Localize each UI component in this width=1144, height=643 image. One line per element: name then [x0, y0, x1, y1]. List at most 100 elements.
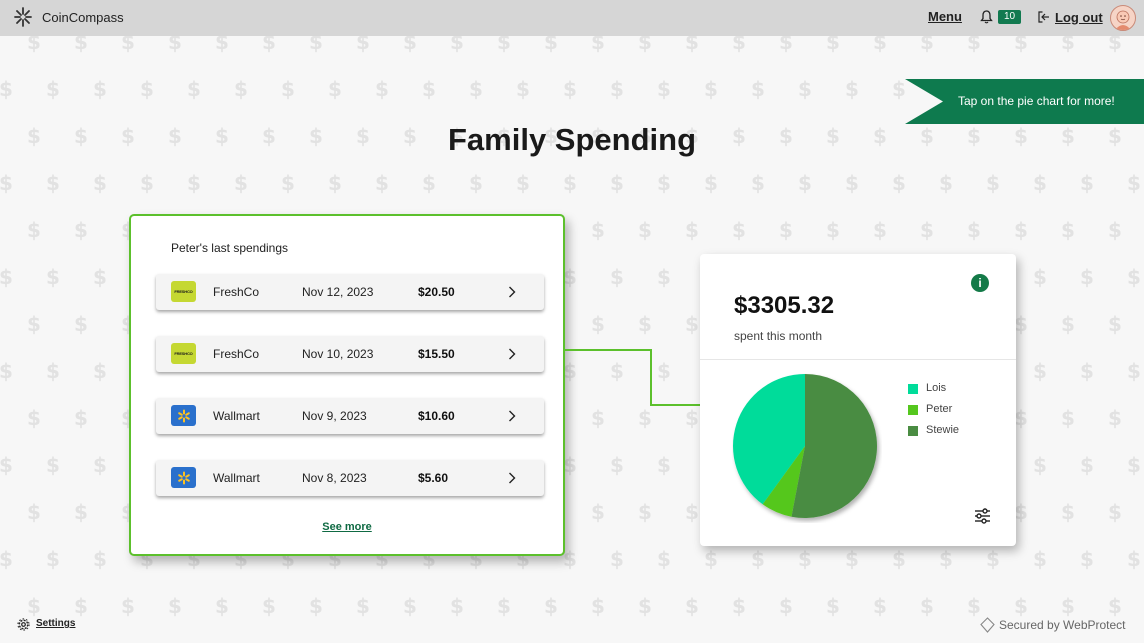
- bell-icon[interactable]: [980, 10, 993, 24]
- dollar-pattern-glyph: $: [563, 547, 577, 571]
- walmart-spark-icon: [177, 409, 190, 422]
- spending-amount: $5.60: [418, 471, 449, 485]
- spending-row[interactable]: FRESHCO FreshCo Nov 12, 2023 $20.50: [156, 274, 544, 310]
- dollar-pattern-glyph: $: [422, 171, 436, 195]
- dollar-pattern-glyph: $: [657, 453, 671, 477]
- dollar-pattern-glyph: $: [638, 406, 652, 430]
- dollar-pattern-glyph: $: [0, 171, 13, 195]
- shield-icon: [980, 617, 995, 633]
- dollar-pattern-glyph: $: [1108, 218, 1122, 242]
- dollar-pattern-glyph: $: [1127, 265, 1141, 289]
- dollar-pattern-glyph: $: [422, 77, 436, 101]
- page-title: Family Spending: [447, 122, 697, 157]
- dollar-pattern-glyph: $: [685, 312, 699, 336]
- dollar-pattern-glyph: $: [591, 500, 605, 524]
- merchant-logo: FRESHCO: [171, 281, 196, 302]
- dollar-pattern-glyph: $: [751, 171, 765, 195]
- spendings-title: Peter's last spendings: [171, 241, 289, 255]
- star-burst-icon: [14, 7, 32, 27]
- merchant-name: FreshCo: [213, 347, 260, 361]
- dollar-pattern-glyph: $: [356, 594, 370, 618]
- dollar-pattern-glyph: $: [27, 218, 41, 242]
- last-spendings-card: Peter's last spendings FRESHCO FreshCo N…: [129, 214, 565, 556]
- dollar-pattern-glyph: $: [309, 594, 323, 618]
- dollar-pattern-glyph: $: [46, 265, 60, 289]
- dollar-pattern-glyph: $: [845, 547, 859, 571]
- dollar-pattern-glyph: $: [1014, 594, 1028, 618]
- dollar-pattern-glyph: $: [920, 36, 934, 54]
- spending-date: Nov 8, 2023: [302, 471, 367, 485]
- dollar-pattern-glyph: $: [1014, 500, 1028, 524]
- dollar-pattern-glyph: $: [93, 265, 107, 289]
- user-avatar[interactable]: [1110, 5, 1136, 31]
- dollar-pattern-glyph: $: [967, 594, 981, 618]
- logout-link[interactable]: Log out: [1055, 10, 1103, 25]
- dollar-pattern-glyph: $: [779, 218, 793, 242]
- dollar-pattern-glyph: $: [1108, 36, 1122, 54]
- legend-swatch: [908, 384, 918, 394]
- dollar-pattern-glyph: $: [544, 594, 558, 618]
- dollar-pattern-glyph: $: [657, 171, 671, 195]
- monthly-summary-card: $3305.32 spent this month i Lois Peter S…: [700, 254, 1016, 546]
- dollar-pattern-glyph: $: [1061, 500, 1075, 524]
- merchant-logo: [171, 405, 196, 426]
- dollar-pattern-glyph: $: [685, 500, 699, 524]
- freshco-logo-text: FRESHCO: [174, 289, 193, 294]
- dollar-pattern-glyph: $: [1080, 547, 1094, 571]
- dollar-pattern-glyph: $: [121, 594, 135, 618]
- dollar-pattern-glyph: $: [168, 36, 182, 54]
- dollar-pattern-glyph: $: [920, 594, 934, 618]
- dollar-pattern-glyph: $: [892, 547, 906, 571]
- dollar-pattern-glyph: $: [0, 359, 13, 383]
- spending-row[interactable]: Wallmart Nov 8, 2023 $5.60: [156, 460, 544, 496]
- dollar-pattern-glyph: $: [1080, 453, 1094, 477]
- dollar-pattern-glyph: $: [873, 36, 887, 54]
- dollar-pattern-glyph: $: [610, 453, 624, 477]
- dollar-pattern-glyph: $: [657, 77, 671, 101]
- dollar-pattern-glyph: $: [685, 36, 699, 54]
- dollar-pattern-glyph: $: [328, 77, 342, 101]
- dollar-pattern-glyph: $: [1108, 312, 1122, 336]
- freshco-logo-text: FRESHCO: [174, 351, 193, 356]
- notification-count-badge: 10: [998, 10, 1021, 24]
- dollar-pattern-glyph: $: [0, 453, 13, 477]
- menu-link[interactable]: Menu: [928, 9, 962, 24]
- dollar-pattern-glyph: $: [1127, 453, 1141, 477]
- dollar-pattern-glyph: $: [27, 406, 41, 430]
- avatar-face-icon: [1115, 10, 1131, 30]
- total-spent-amount: $3305.32: [734, 292, 835, 319]
- dollar-pattern-glyph: $: [0, 77, 13, 101]
- dollar-pattern-glyph: $: [1014, 406, 1028, 430]
- dollar-pattern-glyph: $: [403, 594, 417, 618]
- legend-label: Peter: [926, 403, 953, 415]
- top-navigation-bar: CoinCompass Menu 10 Log out: [0, 0, 1144, 36]
- dollar-pattern-glyph: $: [121, 36, 135, 54]
- dollar-pattern-glyph: $: [27, 500, 41, 524]
- dollar-pattern-glyph: $: [1033, 547, 1047, 571]
- dollar-pattern-glyph: $: [328, 171, 342, 195]
- dollar-pattern-glyph: $: [1061, 594, 1075, 618]
- dollar-pattern-glyph: $: [1080, 265, 1094, 289]
- info-icon[interactable]: i: [971, 274, 989, 292]
- spending-pie-chart[interactable]: [732, 373, 882, 523]
- dollar-pattern-glyph: $: [638, 594, 652, 618]
- spending-row[interactable]: FRESHCO FreshCo Nov 10, 2023 $15.50: [156, 336, 544, 372]
- dollar-pattern-glyph: $: [685, 594, 699, 618]
- see-more-link[interactable]: See more: [131, 521, 563, 533]
- settings-label: Settings: [36, 618, 76, 629]
- filter-sliders-icon[interactable]: [974, 508, 991, 524]
- dollar-pattern-glyph: $: [0, 265, 13, 289]
- spending-date: Nov 9, 2023: [302, 409, 367, 423]
- dollar-pattern-glyph: $: [873, 218, 887, 242]
- dollar-pattern-glyph: $: [779, 36, 793, 54]
- dollar-pattern-glyph: $: [1080, 359, 1094, 383]
- dollar-pattern-glyph: $: [93, 547, 107, 571]
- dollar-pattern-glyph: $: [74, 312, 88, 336]
- dollar-pattern-glyph: $: [1061, 36, 1075, 54]
- spending-row[interactable]: Wallmart Nov 9, 2023 $10.60: [156, 398, 544, 434]
- spending-date: Nov 10, 2023: [302, 347, 374, 361]
- dollar-pattern-glyph: $: [610, 547, 624, 571]
- dollar-pattern-glyph: $: [591, 218, 605, 242]
- dollar-pattern-glyph: $: [46, 77, 60, 101]
- dollar-pattern-glyph: $: [638, 312, 652, 336]
